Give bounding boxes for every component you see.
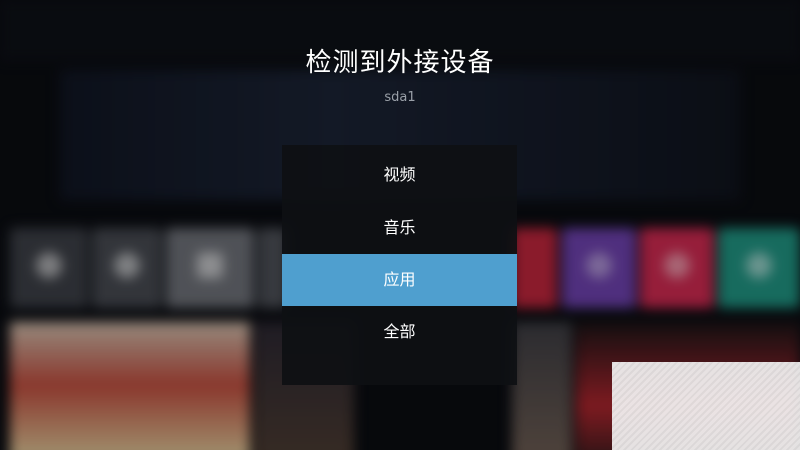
dialog-title: 检测到外接设备 <box>305 48 495 78</box>
watermark-overlay <box>612 362 800 450</box>
device-name: sda1 <box>384 90 416 105</box>
option-music[interactable]: 音乐 <box>282 202 517 254</box>
option-video[interactable]: 视频 <box>282 149 517 201</box>
tv-screen: 检测到外接设备 sda1 视频 音乐 应用 全部 <box>0 0 800 450</box>
option-apps[interactable]: 应用 <box>282 254 517 306</box>
option-all[interactable]: 全部 <box>282 306 517 358</box>
